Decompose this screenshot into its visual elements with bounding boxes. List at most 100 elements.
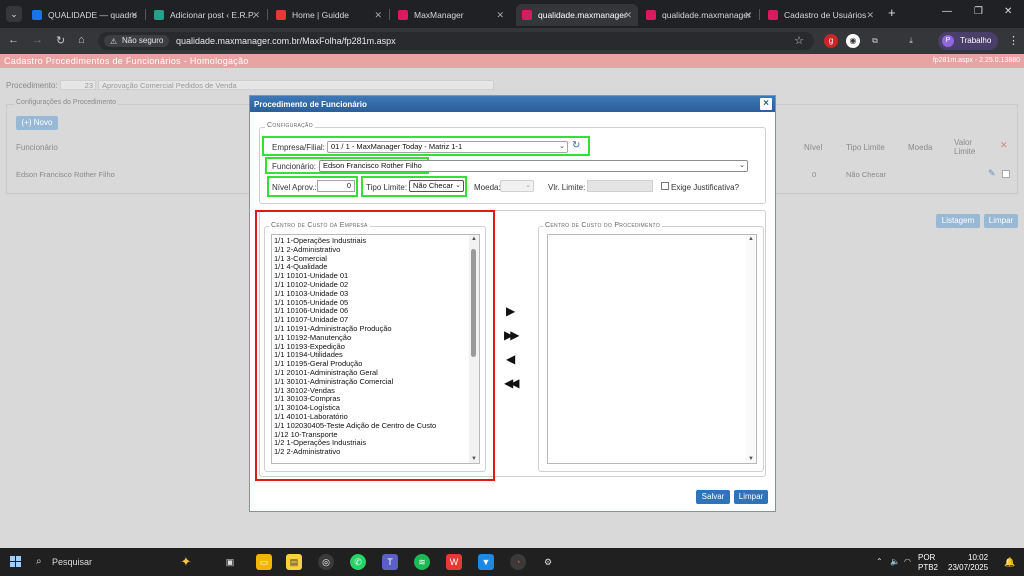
settings-gear-icon[interactable]: ⚙ (540, 554, 556, 570)
tab-favicon-icon (522, 10, 532, 20)
browser-menu-icon[interactable]: ⋮ (1008, 34, 1019, 47)
empresa-select[interactable]: 01 / 1 - MaxManager Today - Matriz 1-1 ⌄ (327, 141, 568, 153)
limpar-bg-button[interactable]: Limpar (984, 214, 1018, 228)
tab-close-icon[interactable]: ✕ (374, 4, 382, 26)
windows-start-icon[interactable] (10, 556, 22, 568)
bookmark-star-icon[interactable]: ☆ (794, 34, 804, 47)
chevron-down-icon: ⌄ (455, 182, 461, 189)
scroll-up-icon[interactable]: ▲ (471, 236, 477, 242)
edit-pencil-icon[interactable]: ✎ (988, 168, 996, 179)
funcionario-label: Funcionário: (272, 162, 317, 171)
teams-icon[interactable]: T (382, 554, 398, 570)
tab-favicon-icon (768, 10, 778, 20)
forward-icon[interactable]: → (32, 34, 43, 46)
back-icon[interactable]: ← (8, 34, 19, 46)
tipo-limite-select[interactable]: Não Checar ⌄ (409, 180, 464, 192)
modal-close-icon[interactable]: × (760, 98, 772, 110)
nivel-input[interactable]: 0 (317, 180, 355, 192)
wps-icon[interactable]: W (446, 554, 462, 570)
browser-tab[interactable]: qualidade.maxmanager ✕ (640, 4, 758, 26)
scroll-down-icon[interactable]: ▼ (471, 456, 477, 462)
browser-tab[interactable]: Home | Guidde ✕ (270, 4, 388, 26)
browser-tab[interactable]: QUALIDADE — quadro ✕ (26, 4, 144, 26)
row-select-checkbox[interactable] (1002, 170, 1010, 178)
move-left-icon[interactable]: ◀ (506, 353, 515, 365)
vlr-limite-input[interactable] (587, 180, 653, 192)
scroll-up-icon[interactable]: ▲ (748, 236, 754, 242)
cc-proc-scrollbar[interactable]: ▲ ▼ (746, 235, 756, 463)
sticky-notes-icon[interactable]: ▤ (286, 554, 302, 570)
address-bar[interactable]: ⚠ Não seguro qualidade.maxmanager.com.br… (98, 32, 814, 50)
scroll-thumb[interactable] (471, 249, 476, 357)
tray-chevron-icon[interactable]: ⌃ (876, 557, 883, 566)
tab-close-icon[interactable]: ✕ (744, 4, 752, 26)
tab-close-icon[interactable]: ✕ (624, 4, 632, 26)
delete-all-icon[interactable]: ✕ (1000, 140, 1008, 151)
language-indicator[interactable]: POR PTB2 (918, 553, 938, 573)
wifi-icon[interactable]: ◠ (904, 557, 911, 566)
tab-close-icon[interactable]: ✕ (252, 4, 260, 26)
extensions-puzzle-icon[interactable]: ⧉ (868, 34, 882, 48)
modal-titlebar: Procedimento de Funcionário × (250, 96, 775, 112)
profile-button[interactable]: P Trabalho (938, 32, 998, 50)
moeda-select[interactable]: ⌄ (500, 180, 534, 192)
extension-guidde-icon[interactable]: g (824, 34, 838, 48)
config-legend-bg: Configurações do Procedimento (14, 99, 119, 106)
task-view-icon[interactable]: ▣ (222, 554, 238, 570)
limpar-button[interactable]: Limpar (734, 490, 768, 504)
notification-bell-icon[interactable]: 🔔 (1004, 557, 1015, 568)
browser-tab[interactable]: Adicionar post ‹ E.R.P. ✕ (148, 4, 266, 26)
profile-label: Trabalho (960, 36, 992, 45)
listagem-button[interactable]: Listagem (936, 214, 980, 228)
scroll-down-icon[interactable]: ▼ (748, 456, 754, 462)
site-info-button[interactable]: ⚠ Não seguro (104, 35, 170, 47)
salvar-button[interactable]: Salvar (696, 490, 730, 504)
cc-empresa-listbox[interactable]: 1/1 1-Operações Industriais 1/1 2-Adminis… (271, 234, 480, 464)
lang-code: POR (918, 553, 936, 562)
browser-tab[interactable]: qualidade.maxmanager ✕ (516, 4, 638, 26)
browser-tab[interactable]: Cadastro de Usuários ✕ (762, 4, 880, 26)
taskbar-search[interactable]: ⌕ Pesquisar (36, 556, 92, 567)
cc-empresa-option[interactable]: 1/2 2-Administrativo (274, 447, 436, 457)
tipo-limite-label: Tipo Limite: (366, 183, 408, 192)
cc-proc-listbox[interactable]: ▲ ▼ (547, 234, 757, 464)
file-explorer-icon[interactable]: ▭ (256, 554, 272, 570)
tab-label: Cadastro de Usuários (784, 10, 867, 20)
spotify-icon[interactable]: ≋ (414, 554, 430, 570)
procedimento-code-field[interactable]: 23 (60, 80, 96, 90)
close-window-icon[interactable]: ✕ (1004, 6, 1012, 17)
download-icon[interactable]: ⤓ (904, 34, 918, 48)
chrome-icon[interactable]: ◎ (318, 554, 334, 570)
restore-icon[interactable]: ❐ (974, 6, 983, 17)
vpn-shield-icon[interactable]: ▼ (478, 554, 494, 570)
tab-close-icon[interactable]: ✕ (496, 4, 504, 26)
chevron-down-icon: ⌄ (739, 162, 745, 169)
whatsapp-icon[interactable]: ✆ (350, 554, 366, 570)
tab-label: Home | Guidde (292, 10, 350, 20)
home-icon[interactable]: ⌂ (78, 34, 85, 46)
refresh-icon[interactable]: ↻ (572, 140, 580, 151)
minimize-icon[interactable]: — (942, 6, 952, 17)
volume-icon[interactable]: 🔈 (890, 557, 900, 566)
copilot-sparkle-icon[interactable]: ✦ (178, 554, 194, 570)
cc-empresa-scrollbar[interactable]: ▲ ▼ (469, 235, 479, 463)
move-right-icon[interactable]: ▶ (506, 305, 515, 317)
move-all-right-icon[interactable]: ▶▶ (504, 329, 520, 341)
moeda-label: Moeda: (474, 183, 501, 192)
exige-justificativa-checkbox[interactable] (661, 182, 669, 190)
tab-search-button[interactable]: ⌄ (6, 6, 22, 22)
tab-close-icon[interactable]: ✕ (866, 4, 874, 26)
extension-circle-icon[interactable]: ◉ (846, 34, 860, 48)
tab-close-icon[interactable]: ✕ (130, 4, 138, 26)
tab-favicon-icon (398, 10, 408, 20)
new-tab-button[interactable]: + (888, 5, 896, 20)
move-all-left-icon[interactable]: ◀◀ (504, 377, 520, 389)
reload-icon[interactable]: ↻ (56, 34, 65, 47)
novo-button[interactable]: (+) Novo (16, 116, 58, 130)
app-red-icon[interactable]: ◔ (510, 554, 526, 570)
funcionario-select[interactable]: Edson Francisco Rother Filho ⌄ (319, 160, 748, 172)
browser-tab[interactable]: MaxManager ✕ (392, 4, 510, 26)
exige-justificativa-label: Exige Justificativa? (671, 183, 740, 192)
col-funcionario: Funcionário (16, 143, 58, 152)
taskbar-clock[interactable]: 10:02 23/07/2025 (948, 553, 988, 573)
